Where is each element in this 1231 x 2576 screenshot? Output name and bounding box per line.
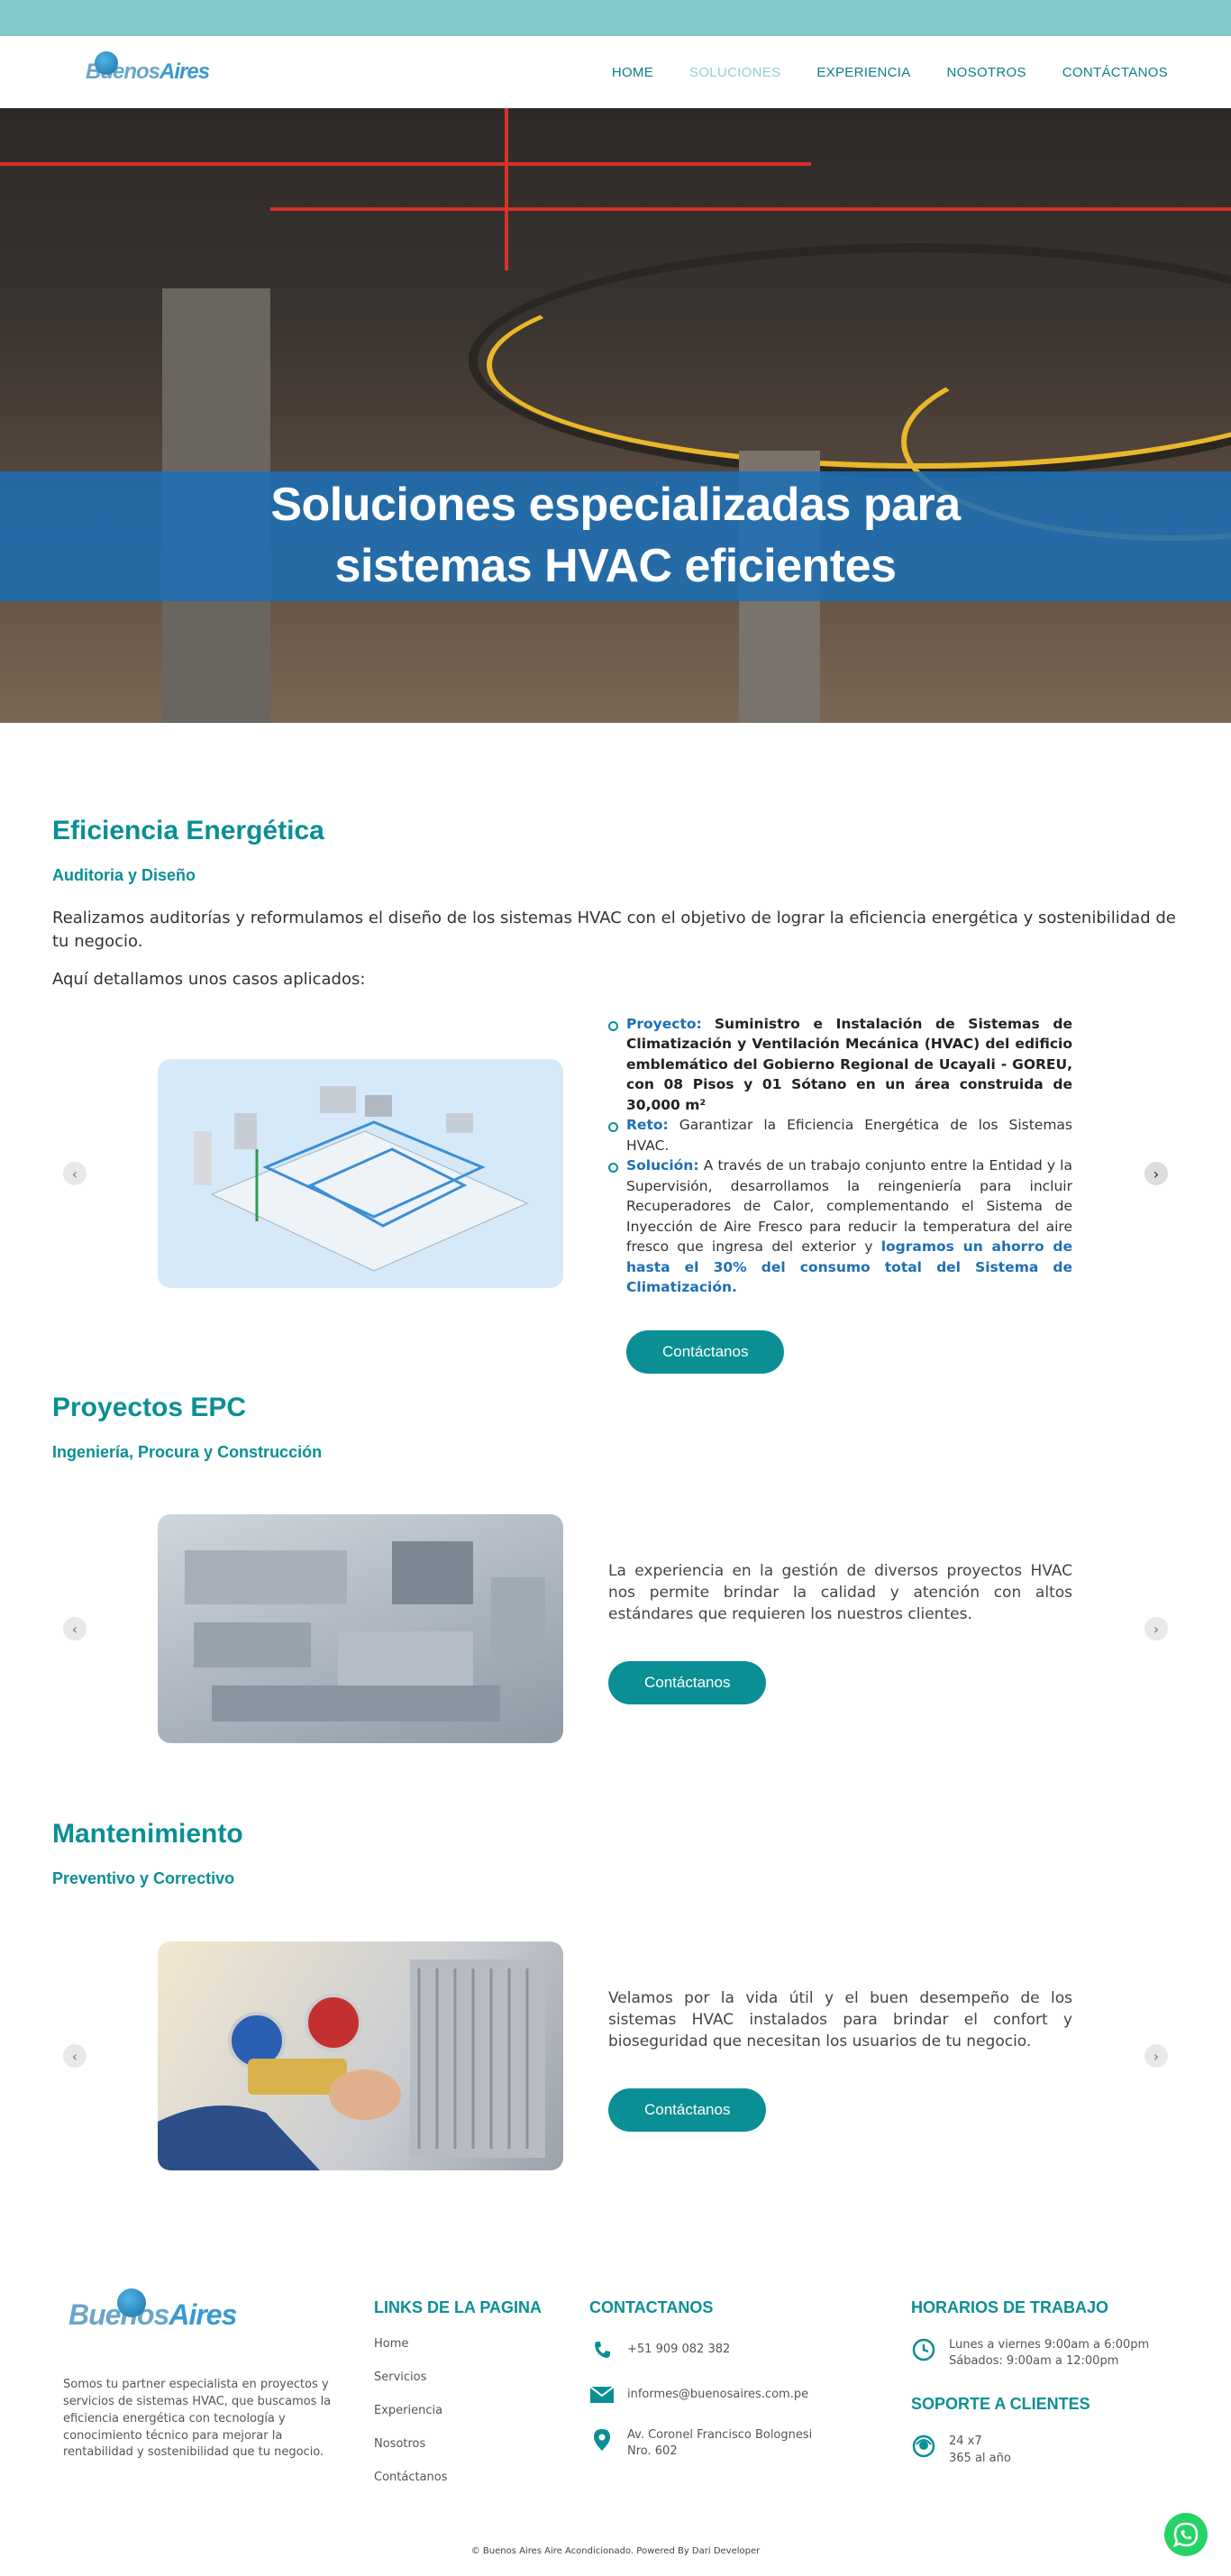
carousel-prev-button[interactable]: ‹	[63, 1617, 87, 1640]
footer-about: BuenosAires Somos tu partner especialist…	[63, 2288, 333, 2462]
section-text: Realizamos auditorías y reformulamos el …	[52, 909, 1176, 952]
carousel-prev-button[interactable]: ‹	[63, 2044, 87, 2068]
logo-text-aires: Aires	[169, 2298, 237, 2331]
location-pin-icon	[589, 2427, 615, 2453]
globe-icon	[95, 51, 118, 75]
nav-nosotros[interactable]: NOSOTROS	[947, 65, 1026, 80]
section-text: La experiencia en la gestión de diversos…	[608, 1562, 1072, 1623]
top-bar	[0, 0, 1231, 36]
nav-experiencia[interactable]: EXPERIENCIA	[816, 65, 910, 80]
footer-link-nosotros[interactable]: Nosotros	[374, 2437, 572, 2451]
footer-support-item: 24 x7 365 al año	[911, 2434, 1181, 2466]
section-text: Aquí detallamos unos casos aplicados:	[52, 970, 366, 990]
carousel-next-button[interactable]: ›	[1144, 1617, 1168, 1640]
footer-contact-title: CONTACTANOS	[589, 2298, 714, 2316]
footer-logo[interactable]: BuenosAires	[63, 2288, 333, 2332]
email-icon	[589, 2382, 615, 2407]
footer-links-title: LINKS DE LA PAGINA	[374, 2298, 543, 2316]
section-subtitle-epc: Ingeniería, Procura y Construcción	[52, 1443, 323, 1461]
contact-button[interactable]: Contáctanos	[608, 1661, 767, 1705]
list-item: Reto: Garantizar la Eficiencia Energétic…	[608, 1115, 1072, 1156]
section-text: Velamos por la vida útil y el buen desem…	[608, 1989, 1072, 2051]
site-header: BuenosAires HOME SOLUCIONES EXPERIENCIA …	[0, 36, 1231, 108]
section-subtitle-auditoria: Auditoria y Diseño	[52, 866, 196, 884]
hero-banner: Soluciones especializadas para sistemas H…	[0, 108, 1231, 723]
hero-title-band: Soluciones especializadas para sistemas H…	[0, 471, 1231, 601]
footer-phone[interactable]: +51 909 082 382	[589, 2337, 860, 2362]
epc-description: La experiencia en la gestión de diversos…	[608, 1561, 1072, 1705]
case-description: Proyecto: Suministro e Instalación de Si…	[608, 1014, 1072, 1374]
carousel-eficiencia: ‹ Proyecto: Suministro e Instalación de …	[52, 1014, 1179, 1374]
carousel-prev-button[interactable]: ‹	[63, 1162, 87, 1185]
hvac-building-illustration	[158, 1059, 563, 1288]
section-title-mantenimiento: Mantenimiento	[52, 1819, 243, 1849]
phone-icon	[589, 2337, 615, 2362]
nav-home[interactable]: HOME	[612, 65, 653, 80]
main-nav: HOME SOLUCIONES EXPERIENCIA NOSOTROS CON…	[612, 65, 1168, 80]
globe-icon	[117, 2288, 146, 2317]
footer-links: LINKS DE LA PAGINA Home Servicios Experi…	[374, 2298, 572, 2484]
clock-icon	[911, 2337, 936, 2362]
section-title-eficiencia: Eficiencia Energética	[52, 816, 324, 845]
carousel-mantenimiento: ‹ Velamos por la vida útil y el buen des…	[52, 1941, 1179, 2170]
list-item: Solución: A través de un trabajo conjunt…	[608, 1156, 1072, 1297]
carousel-epc: ‹ La experiencia en la gestión de divers…	[52, 1514, 1179, 1743]
footer-link-servicios[interactable]: Servicios	[374, 2370, 572, 2384]
carousel-next-button[interactable]: ›	[1144, 2044, 1168, 2068]
nav-soluciones[interactable]: SOLUCIONES	[689, 65, 780, 80]
footer-hours-item: Lunes a viernes 9:00am a 6:00pm Sábados: …	[911, 2337, 1181, 2370]
whatsapp-icon	[1172, 2522, 1199, 2548]
section-title-epc: Proyectos EPC	[52, 1393, 247, 1422]
whatsapp-button[interactable]	[1164, 2513, 1208, 2556]
footer-contact: CONTACTANOS +51 909 082 382 informes@bue…	[589, 2298, 860, 2460]
contact-button[interactable]: Contáctanos	[626, 1329, 785, 1374]
logo-text-aires: Aires	[160, 59, 210, 84]
contact-button[interactable]: Contáctanos	[608, 2088, 767, 2133]
footer-email[interactable]: informes@buenosaires.com.pe	[589, 2382, 860, 2407]
copyright: © Buenos Aires Aire Acondicionado. Power…	[470, 2546, 761, 2556]
nav-contactanos[interactable]: CONTÁCTANOS	[1062, 65, 1168, 80]
section-subtitle-mantenimiento: Preventivo y Correctivo	[52, 1869, 235, 1887]
list-item: Proyecto: Suministro e Instalación de Si…	[608, 1014, 1072, 1115]
footer-support-title: SOPORTE A CLIENTES	[911, 2395, 1090, 2414]
footer-about-text: Somos tu partner especialista en proyect…	[63, 2378, 332, 2460]
rooftop-hvac-photo	[158, 1514, 563, 1743]
case-bullet-list: Proyecto: Suministro e Instalación de Si…	[608, 1014, 1072, 1298]
carousel-next-button[interactable]: ›	[1144, 1162, 1168, 1185]
footer-address: Av. Coronel Francisco Bolognesi Nro. 602	[589, 2427, 860, 2460]
footer-hours-title: HORARIOS DE TRABAJO	[911, 2298, 1109, 2316]
site-logo[interactable]: BuenosAires	[59, 51, 210, 85]
footer-link-contactanos[interactable]: Contáctanos	[374, 2471, 572, 2484]
support-agent-icon	[911, 2434, 936, 2459]
technician-gauges-photo	[158, 1941, 563, 2170]
mantenimiento-description: Velamos por la vida útil y el buen desem…	[608, 1988, 1072, 2133]
footer-hours: HORARIOS DE TRABAJO Lunes a viernes 9:00…	[911, 2298, 1181, 2467]
footer-link-experiencia[interactable]: Experiencia	[374, 2404, 572, 2417]
footer-link-home[interactable]: Home	[374, 2337, 572, 2351]
hero-title: Soluciones especializadas para sistemas H…	[270, 479, 961, 592]
